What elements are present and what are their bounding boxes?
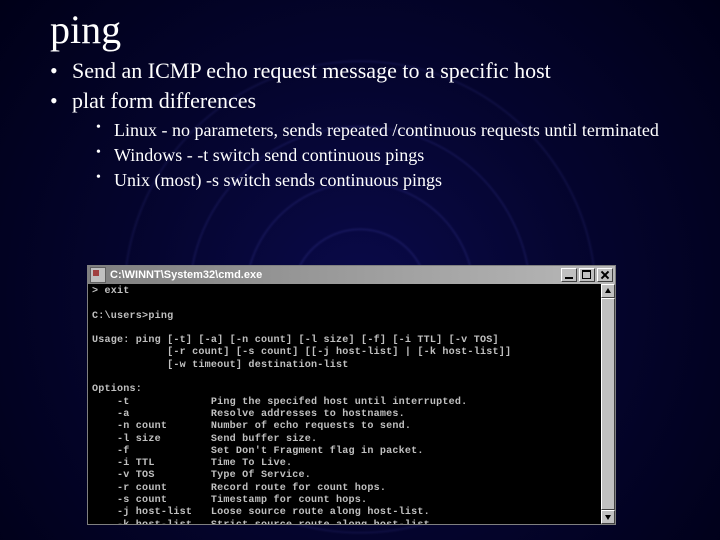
sub-bullet-item: Windows - -t switch send continuous ping…	[94, 144, 696, 167]
scroll-up-button[interactable]	[601, 284, 615, 298]
bullet-item: Send an ICMP echo request message to a s…	[50, 57, 696, 85]
maximize-button[interactable]	[579, 268, 595, 282]
slide-title: ping	[50, 6, 696, 53]
terminal-output: > exit C:\users>ping Usage: ping [-t] [-…	[92, 286, 597, 524]
bullet-item: plat form differences Linux - no paramet…	[50, 87, 696, 192]
sub-bullet-item: Linux - no parameters, sends repeated /c…	[94, 119, 696, 142]
bullet-list: Send an ICMP echo request message to a s…	[50, 57, 696, 192]
command-window: C:\WINNT\System32\cmd.exe > exit C:\user…	[87, 265, 616, 525]
window-titlebar: C:\WINNT\System32\cmd.exe	[88, 266, 615, 284]
scroll-thumb[interactable]	[601, 298, 615, 510]
bullet-text: plat form differences	[72, 88, 256, 113]
terminal-area[interactable]: > exit C:\users>ping Usage: ping [-t] [-…	[88, 284, 601, 524]
slide: ping Send an ICMP echo request message t…	[0, 0, 720, 540]
scrollbar-vertical[interactable]	[601, 284, 615, 524]
scroll-down-button[interactable]	[601, 510, 615, 524]
window-title: C:\WINNT\System32\cmd.exe	[110, 269, 561, 281]
close-button[interactable]	[597, 268, 613, 282]
sub-bullet-item: Unix (most) -s switch sends continuous p…	[94, 169, 696, 192]
minimize-button[interactable]	[561, 268, 577, 282]
window-buttons	[561, 268, 613, 282]
sub-bullet-list: Linux - no parameters, sends repeated /c…	[94, 119, 696, 192]
system-menu-icon[interactable]	[90, 267, 106, 283]
